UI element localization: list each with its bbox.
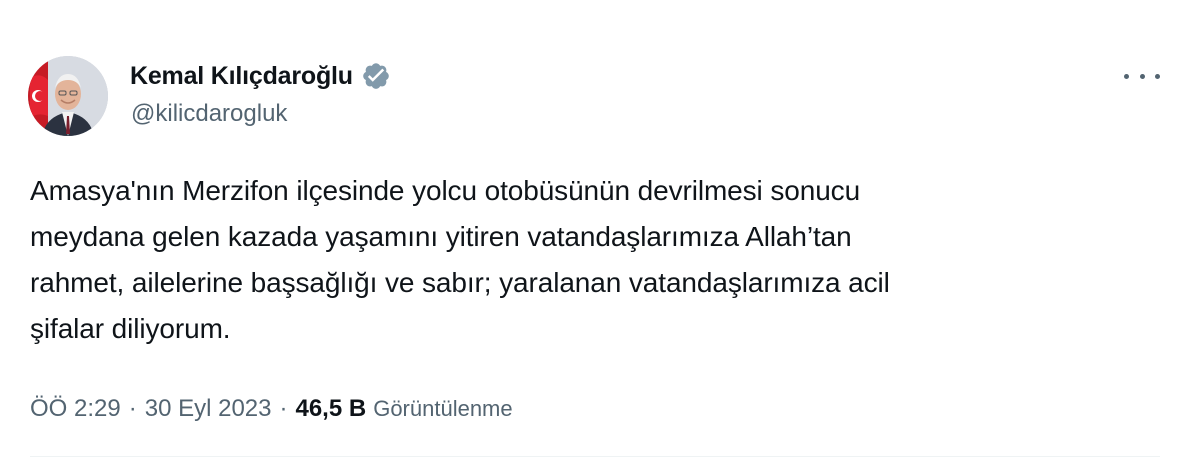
author-display-name[interactable]: Kemal Kılıçdaroğlu — [130, 62, 353, 91]
tweet-card: Kemal Kılıçdaroğlu @kilicdarogluk Amasya… — [0, 0, 1188, 464]
more-dot — [1124, 73, 1129, 79]
author-handle[interactable]: @kilicdarogluk — [131, 100, 287, 128]
views-label: Görüntülenme — [373, 396, 513, 421]
divider — [30, 456, 1160, 457]
author-avatar[interactable] — [28, 56, 108, 136]
more-horizontal-icon[interactable] — [1124, 66, 1160, 86]
views-count: 46,5 B — [295, 395, 367, 422]
verified-badge-icon[interactable] — [361, 61, 391, 91]
meta-separator: · — [279, 395, 288, 422]
tweet-metadata: ÖÖ 2:29 · 30 Eyl 2023 · 46,5 B Görüntüle… — [30, 392, 513, 426]
author-name-row: Kemal Kılıçdaroğlu — [130, 58, 391, 94]
tweet-time[interactable]: ÖÖ 2:29 — [30, 395, 121, 423]
tweet-date[interactable]: 30 Eyl 2023 — [145, 395, 272, 423]
avatar-image — [28, 56, 108, 136]
meta-separator: · — [128, 395, 137, 422]
tweet-text: Amasya'nın Merzifon ilçesinde yolcu otob… — [30, 175, 890, 344]
more-dot — [1155, 73, 1160, 79]
more-dot — [1139, 73, 1145, 79]
